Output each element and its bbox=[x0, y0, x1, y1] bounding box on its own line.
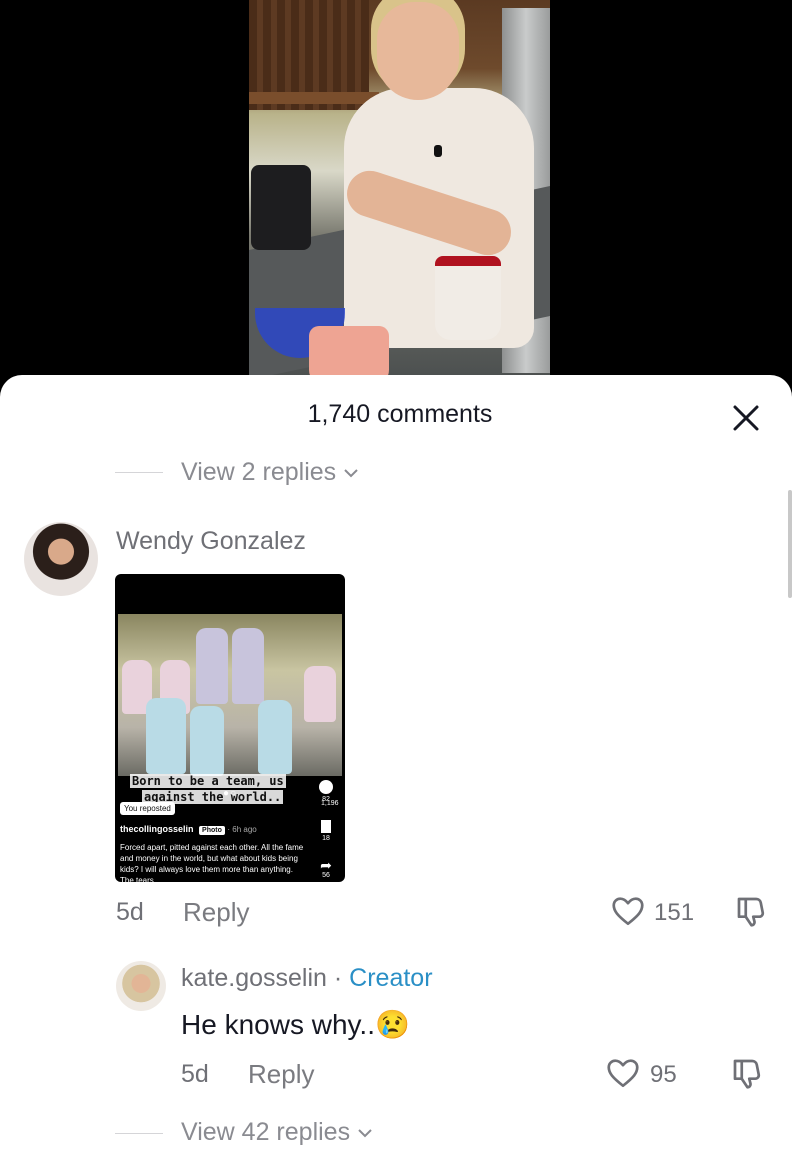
like-count: 95 bbox=[650, 1061, 677, 1088]
video-frame[interactable] bbox=[249, 0, 550, 380]
attachment-text: Forced apart, pitted against each other.… bbox=[120, 843, 304, 882]
view-replies-label: View 42 replies bbox=[181, 1118, 351, 1146]
attachment-share-count: 56 bbox=[322, 872, 330, 879]
close-icon[interactable] bbox=[728, 400, 764, 436]
reply-text: He knows why.. bbox=[181, 1009, 375, 1040]
avatar[interactable] bbox=[24, 522, 98, 596]
reply-button[interactable]: Reply bbox=[183, 897, 249, 928]
reply-button[interactable]: Reply bbox=[248, 1059, 314, 1090]
video-mug-pink bbox=[309, 326, 389, 380]
attachment-kid bbox=[232, 628, 264, 704]
attachment-kid bbox=[146, 698, 186, 774]
heart-icon[interactable] bbox=[605, 1055, 641, 1091]
chevron-down-icon bbox=[358, 1128, 372, 1137]
video-area[interactable] bbox=[0, 0, 792, 390]
comment-count-title: 1,740 comments bbox=[307, 400, 493, 428]
video-bag bbox=[251, 165, 311, 250]
attachment-kid bbox=[258, 700, 292, 774]
video-mic bbox=[434, 145, 442, 157]
attachment-comment-icon bbox=[319, 780, 333, 794]
view-replies-button[interactable]: View 2 replies bbox=[181, 458, 360, 487]
thumbs-down-icon[interactable] bbox=[733, 893, 769, 929]
scrollbar[interactable] bbox=[788, 490, 792, 598]
attachment-photo-tag: Photo bbox=[199, 826, 225, 835]
attachment-user-line: thecollingosselin Photo · 6h ago bbox=[120, 824, 257, 835]
reply-username[interactable]: kate.gosselin bbox=[181, 964, 327, 992]
reply-username-line: kate.gosselin · Creator bbox=[181, 964, 433, 993]
attachment-save-count: 18 bbox=[322, 835, 330, 842]
avatar[interactable] bbox=[116, 961, 166, 1011]
attachment-time: · 6h ago bbox=[227, 825, 257, 834]
video-mug bbox=[435, 256, 501, 340]
comment-username[interactable]: Wendy Gonzalez bbox=[116, 527, 306, 556]
comment-attachment-image[interactable]: Born to be a team, us against the world.… bbox=[115, 574, 345, 882]
video-woman-head bbox=[377, 2, 459, 100]
attachment-caption-line1: Born to be a team, us bbox=[130, 774, 286, 788]
attachment-kid bbox=[196, 628, 228, 704]
comment-date: 5d bbox=[116, 898, 144, 926]
reply-date: 5d bbox=[181, 1060, 209, 1088]
attachment-kid bbox=[304, 666, 336, 722]
attachment-share-icon: ➦ bbox=[320, 857, 332, 873]
video-shelf bbox=[249, 92, 379, 104]
attachment-shares: ➦ 56 bbox=[315, 858, 337, 879]
replies-divider bbox=[115, 472, 163, 473]
attachment-comments: 82 bbox=[315, 780, 337, 803]
attachment-username: thecollingosselin bbox=[120, 824, 194, 834]
replies-divider bbox=[115, 1133, 163, 1134]
like-count: 151 bbox=[654, 899, 695, 926]
heart-icon[interactable] bbox=[610, 893, 646, 929]
chevron-down-icon bbox=[344, 468, 358, 477]
attachment-photo: Born to be a team, us against the world.… bbox=[118, 614, 342, 807]
view-replies-button[interactable]: View 42 replies bbox=[181, 1118, 374, 1147]
attachment-saves: 18 bbox=[315, 820, 337, 842]
attachment-kid bbox=[190, 706, 224, 776]
crying-face-emoji: 😢 bbox=[375, 1009, 410, 1040]
attachment-reposted-badge: You reposted bbox=[120, 802, 175, 815]
attachment-bookmark-icon bbox=[321, 820, 331, 833]
creator-badge: Creator bbox=[349, 964, 433, 992]
username-separator: · bbox=[326, 964, 350, 992]
attachment-page-dots: ●○ bbox=[223, 788, 238, 799]
attachment-comment-count: 82 bbox=[322, 796, 330, 803]
view-replies-label: View 2 replies bbox=[181, 458, 337, 486]
thumbs-down-icon[interactable] bbox=[729, 1055, 765, 1091]
reply-text-line: He knows why..😢 bbox=[181, 1008, 410, 1041]
